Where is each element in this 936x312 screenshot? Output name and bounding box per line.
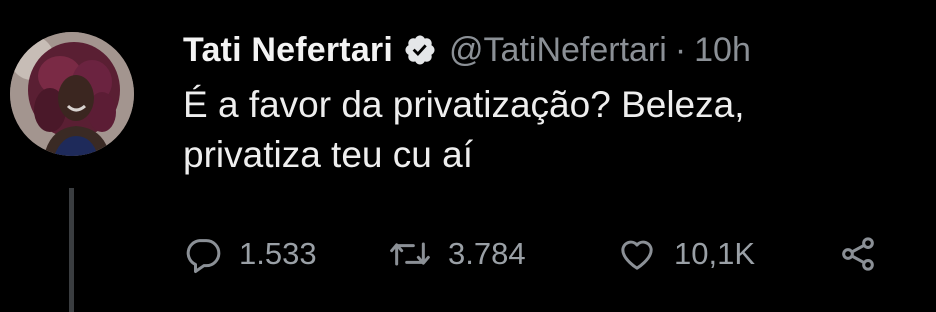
like-count: 10,1K <box>674 236 756 271</box>
tweet-card[interactable]: Tati Nefertari @TatiNefertari · 10h É a … <box>0 0 936 312</box>
author-handle[interactable]: @TatiNefertari <box>449 31 667 70</box>
author-name[interactable]: Tati Nefertari <box>183 31 393 70</box>
tweet-timestamp[interactable]: 10h <box>694 31 751 70</box>
tweet-text-line: É a favor da privatização? Beleza, <box>183 84 745 125</box>
heart-icon <box>621 240 653 270</box>
separator-dot: · <box>674 30 687 69</box>
tweet-header: Tati Nefertari @TatiNefertari · 10h <box>183 30 751 70</box>
tweet-text-line: privatiza teu cu aí <box>183 134 473 175</box>
reply-icon <box>186 239 221 273</box>
action-bar: 1.533 3.784 10,1K <box>183 232 878 276</box>
avatar[interactable] <box>10 32 134 156</box>
share-icon <box>842 237 874 271</box>
reply-button[interactable]: 1.533 <box>183 234 388 274</box>
retweet-button[interactable]: 3.784 <box>388 234 616 274</box>
share-button[interactable] <box>838 234 878 274</box>
retweet-icon <box>390 242 430 266</box>
tweet-text: É a favor da privatização? Beleza, priva… <box>183 80 903 180</box>
avatar-photo <box>10 32 134 156</box>
verified-badge-icon <box>403 33 437 67</box>
retweet-count: 3.784 <box>448 236 526 271</box>
like-button[interactable]: 10,1K <box>616 234 838 274</box>
reply-count: 1.533 <box>239 236 317 271</box>
thread-line <box>69 188 74 312</box>
